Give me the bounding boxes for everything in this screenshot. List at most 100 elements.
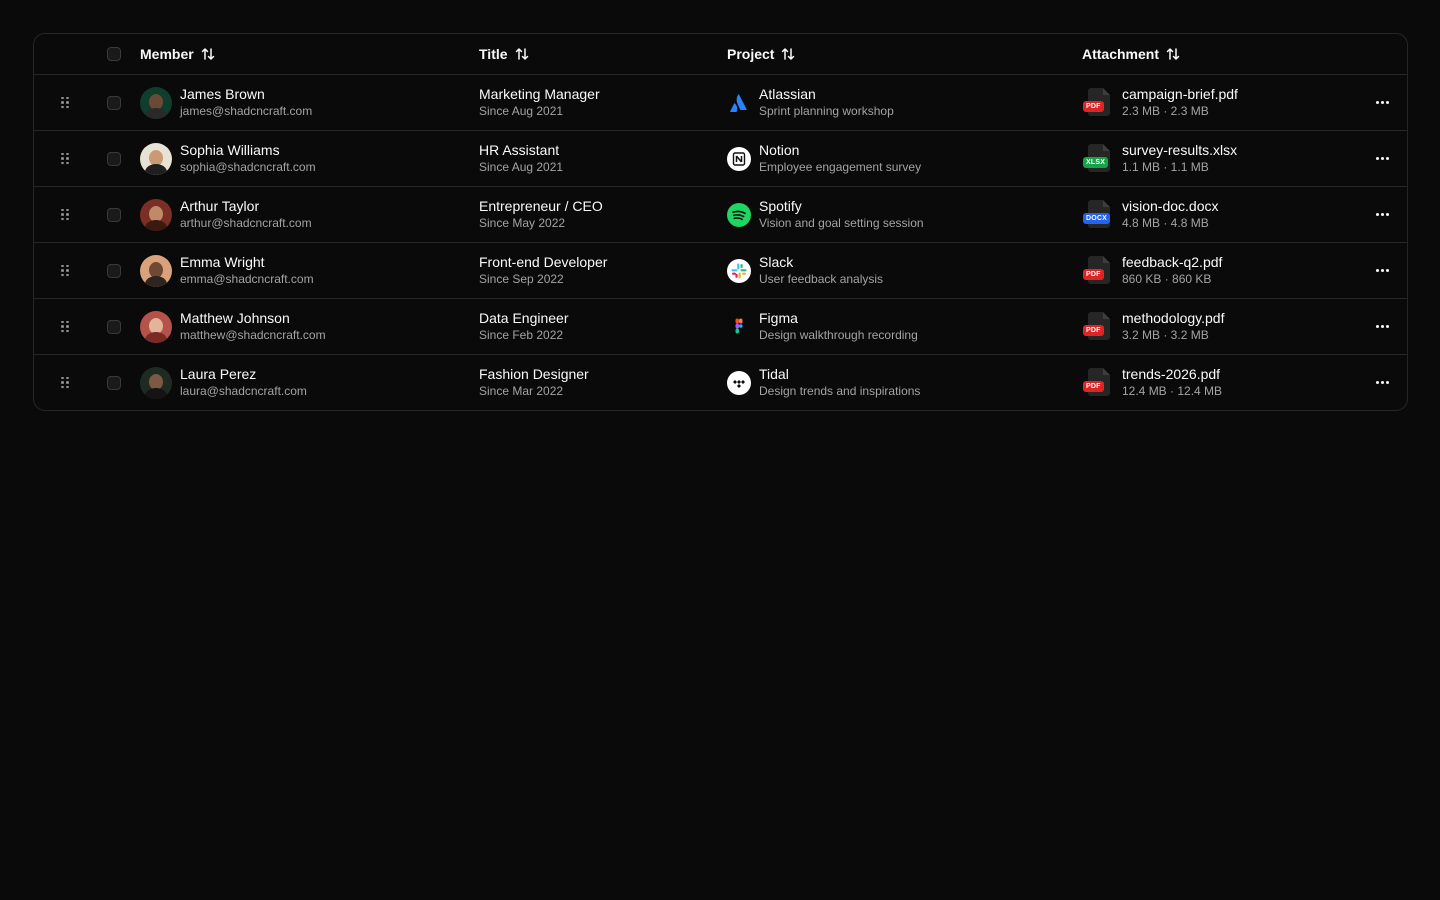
row-checkbox[interactable] — [107, 263, 121, 278]
job-title: Data Engineer — [479, 310, 569, 326]
file-size: 1.1 MB · 1.1 MB — [1122, 160, 1209, 174]
table-header: Member Title Project Attachment — [34, 34, 1407, 74]
project-description: Vision and goal setting session — [759, 216, 924, 230]
table-row[interactable]: James Brown james@shadcncraft.com Market… — [34, 74, 1407, 130]
file-name[interactable]: survey-results.xlsx — [1122, 141, 1237, 159]
table-row[interactable]: Laura Perez laura@shadcncraft.com Fashio… — [34, 354, 1407, 410]
sort-icon — [514, 46, 530, 62]
sort-icon — [200, 46, 216, 62]
file-size: 860 KB · 860 KB — [1122, 272, 1212, 286]
job-title: Front-end Developer — [479, 254, 608, 270]
file-name[interactable]: campaign-brief.pdf — [1122, 85, 1238, 103]
title-cell: Entrepreneur / CEO Since May 2022 — [479, 197, 727, 232]
row-checkbox[interactable] — [107, 207, 121, 222]
title-cell: Marketing Manager Since Aug 2021 — [479, 85, 727, 120]
tidal-icon — [727, 370, 751, 395]
title-cell: Fashion Designer Since Mar 2022 — [479, 365, 727, 400]
avatar — [140, 86, 172, 119]
more-actions-icon[interactable] — [1372, 373, 1392, 393]
file-type-badge: PDF — [1083, 380, 1104, 392]
avatar — [140, 254, 172, 287]
notion-icon — [727, 146, 751, 171]
file-name[interactable]: feedback-q2.pdf — [1122, 253, 1222, 271]
table-row[interactable]: Sophia Williams sophia@shadcncraft.com H… — [34, 130, 1407, 186]
file-type-badge: PDF — [1083, 268, 1104, 280]
drag-handle-icon[interactable] — [60, 376, 70, 390]
column-header-member[interactable]: Member — [140, 46, 216, 62]
file-size: 3.2 MB · 3.2 MB — [1122, 328, 1209, 342]
file-type-badge: DOCX — [1083, 212, 1111, 224]
attachment-cell: DOCX vision-doc.docx 4.8 MB · 4.8 MB — [1082, 197, 1372, 232]
row-checkbox[interactable] — [107, 151, 121, 166]
project-cell: Tidal Design trends and inspirations — [727, 365, 1082, 400]
member-since: Since Sep 2022 — [479, 272, 564, 286]
avatar — [140, 142, 172, 175]
column-header-attachment[interactable]: Attachment — [1082, 46, 1181, 62]
more-actions-icon[interactable] — [1372, 149, 1392, 169]
member-since: Since Aug 2021 — [479, 104, 564, 118]
project-header-label: Project — [727, 46, 775, 62]
file-name[interactable]: vision-doc.docx — [1122, 197, 1219, 215]
drag-handle-icon[interactable] — [60, 96, 70, 110]
file-icon[interactable]: PDF — [1082, 87, 1114, 119]
member-email: james@shadcncraft.com — [180, 104, 313, 118]
member-since: Since Aug 2021 — [479, 160, 564, 174]
member-cell: James Brown james@shadcncraft.com — [140, 85, 479, 120]
file-size: 2.3 MB · 2.3 MB — [1122, 104, 1209, 118]
member-name: Sophia Williams — [180, 142, 280, 158]
project-description: Design walkthrough recording — [759, 328, 918, 342]
member-since: Since Feb 2022 — [479, 328, 564, 342]
member-email: arthur@shadcncraft.com — [180, 216, 312, 230]
member-cell: Matthew Johnson matthew@shadcncraft.com — [140, 309, 479, 344]
file-name[interactable]: trends-2026.pdf — [1122, 365, 1222, 383]
file-icon[interactable]: XLSX — [1082, 143, 1114, 175]
project-cell: Slack User feedback analysis — [727, 253, 1082, 288]
table-row[interactable]: Matthew Johnson matthew@shadcncraft.com … — [34, 298, 1407, 354]
job-title: Fashion Designer — [479, 366, 589, 382]
more-actions-icon[interactable] — [1372, 261, 1392, 281]
member-name: Matthew Johnson — [180, 310, 290, 326]
more-actions-icon[interactable] — [1372, 93, 1392, 113]
column-header-project[interactable]: Project — [727, 46, 796, 62]
drag-handle-icon[interactable] — [60, 152, 70, 166]
sort-icon — [1165, 46, 1181, 62]
table-row[interactable]: Emma Wright emma@shadcncraft.com Front-e… — [34, 242, 1407, 298]
column-header-title[interactable]: Title — [479, 46, 727, 62]
file-icon[interactable]: PDF — [1082, 255, 1114, 287]
select-all-checkbox[interactable] — [107, 47, 121, 61]
member-email: emma@shadcncraft.com — [180, 272, 314, 286]
title-cell: Data Engineer Since Feb 2022 — [479, 309, 727, 344]
file-type-badge: PDF — [1083, 100, 1104, 112]
project-name: Spotify — [759, 198, 802, 214]
project-name: Figma — [759, 310, 798, 326]
more-actions-icon[interactable] — [1372, 205, 1392, 225]
project-description: Employee engagement survey — [759, 160, 922, 174]
attachment-cell: PDF methodology.pdf 3.2 MB · 3.2 MB — [1082, 309, 1372, 344]
more-actions-icon[interactable] — [1372, 317, 1392, 337]
avatar — [140, 310, 172, 343]
avatar — [140, 366, 172, 399]
row-checkbox[interactable] — [107, 375, 121, 390]
file-icon[interactable]: PDF — [1082, 311, 1114, 343]
table-row[interactable]: Arthur Taylor arthur@shadcncraft.com Ent… — [34, 186, 1407, 242]
job-title: HR Assistant — [479, 142, 560, 158]
row-checkbox[interactable] — [107, 319, 121, 334]
file-name[interactable]: methodology.pdf — [1122, 309, 1224, 327]
title-cell: HR Assistant Since Aug 2021 — [479, 141, 727, 176]
member-email: laura@shadcncraft.com — [180, 384, 307, 398]
file-icon[interactable]: PDF — [1082, 367, 1114, 399]
project-cell: Notion Employee engagement survey — [727, 141, 1082, 176]
file-size: 4.8 MB · 4.8 MB — [1122, 216, 1209, 230]
drag-handle-icon[interactable] — [60, 320, 70, 334]
title-header-label: Title — [479, 46, 508, 62]
atlassian-icon — [727, 91, 751, 115]
drag-handle-icon[interactable] — [60, 264, 70, 278]
member-cell: Arthur Taylor arthur@shadcncraft.com — [140, 197, 479, 232]
spotify-icon — [727, 202, 751, 227]
member-name: Arthur Taylor — [180, 198, 260, 214]
drag-handle-icon[interactable] — [60, 208, 70, 222]
job-title: Marketing Manager — [479, 86, 600, 102]
sort-icon — [780, 46, 796, 62]
file-icon[interactable]: DOCX — [1082, 199, 1114, 231]
row-checkbox[interactable] — [107, 95, 121, 110]
